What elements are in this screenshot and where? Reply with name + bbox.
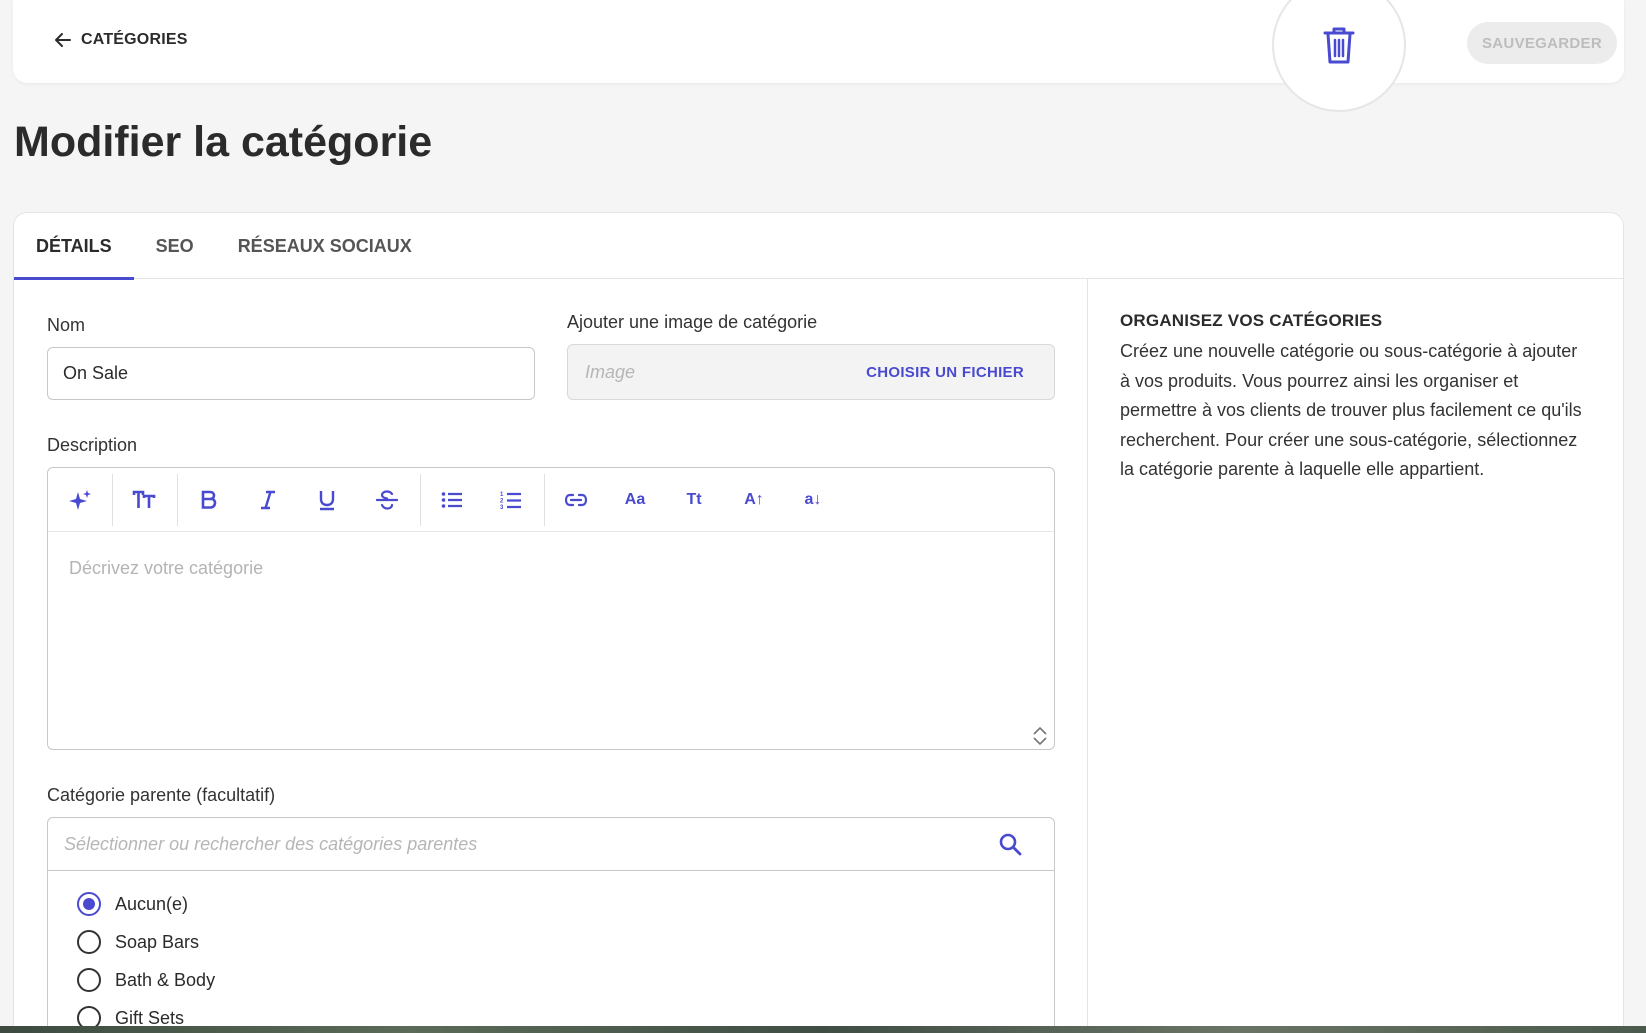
font-case-button[interactable]: Aa xyxy=(617,484,653,516)
italic-icon xyxy=(261,490,275,510)
link-icon xyxy=(564,493,588,507)
numbered-list-icon: 1 2 3 xyxy=(500,492,521,510)
strikethrough-icon xyxy=(376,490,398,510)
editor-toolbar: 1 2 3 Aa Tt A↑ a↓ xyxy=(48,468,1054,532)
option-label: Aucun(e) xyxy=(115,893,189,914)
tab-seo[interactable]: SEO xyxy=(134,213,216,279)
toolbar-separator xyxy=(177,474,178,526)
bullet-list-icon xyxy=(441,492,462,508)
parent-search-placeholder: Sélectionner ou rechercher des catégorie… xyxy=(64,834,478,854)
choose-file-button[interactable]: CHOISIR UN FICHIER xyxy=(866,364,1024,381)
link-button[interactable] xyxy=(558,484,594,516)
category-form-card: DÉTAILS SEO RÉSEAUX SOCIAUX Nom On Sale … xyxy=(13,212,1624,1033)
name-label: Nom xyxy=(47,315,86,335)
svg-text:2: 2 xyxy=(500,499,504,505)
toolbar-separator xyxy=(544,474,545,526)
text-size-icon xyxy=(132,490,156,508)
tab-bar: DÉTAILS SEO RÉSEAUX SOCIAUX xyxy=(14,213,1623,280)
save-button[interactable]: SAUVEGARDER xyxy=(1467,22,1617,64)
option-label: Soap Bars xyxy=(115,931,200,952)
desktop-background-strip xyxy=(0,1026,1646,1033)
lowercase-button[interactable]: a↓ xyxy=(795,484,831,516)
strikethrough-button[interactable] xyxy=(369,484,405,516)
back-link-label: CATÉGORIES xyxy=(81,31,188,48)
option-label: Bath & Body xyxy=(115,969,216,990)
parent-option-soap-bars[interactable]: Soap Bars xyxy=(77,930,199,954)
radio-unchecked-icon xyxy=(77,968,101,992)
ai-sparkle-button[interactable] xyxy=(62,484,98,516)
arrow-left-icon xyxy=(55,33,71,47)
info-text: Créez une nouvelle catégorie ou sous-cat… xyxy=(1120,341,1582,479)
svg-text:1: 1 xyxy=(500,492,504,498)
search-icon[interactable] xyxy=(998,832,1022,856)
image-upload-field[interactable]: Image CHOISIR UN FICHIER xyxy=(567,344,1055,400)
trash-icon xyxy=(1323,27,1355,64)
bold-button[interactable] xyxy=(191,484,227,516)
description-placeholder: Décrivez votre catégorie xyxy=(69,558,264,578)
tab-details[interactable]: DÉTAILS xyxy=(14,213,134,280)
description-editor[interactable]: 1 2 3 Aa Tt A↑ a↓ Décrivez votre catégor… xyxy=(47,467,1055,750)
toolbar-separator xyxy=(420,474,421,526)
underline-icon xyxy=(319,491,335,511)
radio-checked-icon xyxy=(77,892,101,916)
info-title: ORGANISEZ VOS CATÉGORIES xyxy=(1120,311,1383,330)
tab-social-networks[interactable]: RÉSEAUX SOCIAUX xyxy=(216,213,434,279)
name-field[interactable]: On Sale xyxy=(47,347,535,400)
description-label: Description xyxy=(47,435,138,455)
page-title: Modifier la catégorie xyxy=(14,118,433,166)
parent-option-bath-body[interactable]: Bath & Body xyxy=(77,968,215,992)
numbered-list-button[interactable]: 1 2 3 xyxy=(493,484,529,516)
uppercase-button[interactable]: A↑ xyxy=(736,484,772,516)
back-to-categories-link[interactable]: CATÉGORIES xyxy=(53,30,188,50)
resize-icon[interactable] xyxy=(1030,725,1050,747)
parent-category-label: Catégorie parente (facultatif) xyxy=(47,785,276,805)
radio-unchecked-icon xyxy=(77,930,101,954)
italic-button[interactable] xyxy=(250,484,286,516)
image-placeholder: Image xyxy=(585,362,636,382)
bullet-list-button[interactable] xyxy=(434,484,470,516)
sparkle-icon xyxy=(69,490,91,510)
text-size-button[interactable] xyxy=(126,484,162,516)
parent-category-search-input[interactable]: Sélectionner ou rechercher des catégorie… xyxy=(48,818,1054,871)
bold-icon xyxy=(201,490,217,509)
toolbar-separator xyxy=(112,474,113,526)
image-label: Ajouter une image de catégorie xyxy=(567,312,818,332)
parent-option-none[interactable]: Aucun(e) xyxy=(77,892,188,916)
underline-button[interactable] xyxy=(309,484,345,516)
svg-text:3: 3 xyxy=(500,505,504,510)
column-divider xyxy=(1087,279,1088,1033)
parent-category-selector: Sélectionner ou rechercher des catégorie… xyxy=(47,817,1055,1033)
delete-button[interactable] xyxy=(1272,0,1406,112)
title-case-button[interactable]: Tt xyxy=(676,484,712,516)
